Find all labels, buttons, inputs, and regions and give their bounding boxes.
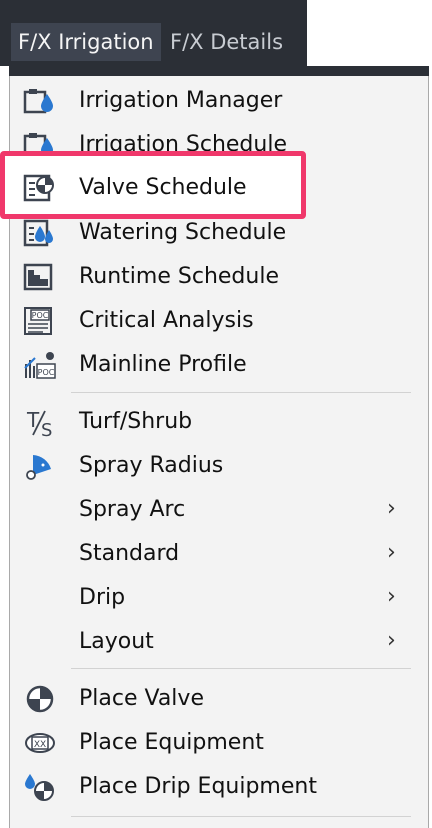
mainline-profile-icon: POC xyxy=(23,350,57,380)
xx-text: XX xyxy=(34,740,46,750)
menu-item-critical-analysis[interactable]: POC Critical Analysis xyxy=(9,299,429,343)
chevron-right-icon: › xyxy=(387,628,396,653)
menu-item-label: Runtime Schedule xyxy=(79,264,279,289)
place-equipment-icon: XX xyxy=(23,728,57,758)
place-valve-icon xyxy=(23,684,57,714)
menu-bar: F/X Irrigation F/X Details xyxy=(0,0,307,66)
chevron-right-icon: › xyxy=(387,540,396,565)
menu-item-label: Spray Arc xyxy=(79,497,186,522)
menu-item-label: Mainline Profile xyxy=(79,352,247,377)
menu-item-label: Place Valve xyxy=(79,686,204,711)
menu-item-label: Turf/Shrub xyxy=(79,409,193,434)
irrigation-manager-icon xyxy=(23,86,57,116)
poc-text: POC xyxy=(38,368,55,377)
valve-schedule-highlight-box xyxy=(0,151,306,219)
menu-top-edge xyxy=(9,66,429,76)
watering-schedule-icon xyxy=(23,218,57,248)
menu-item-runtime-schedule[interactable]: Runtime Schedule xyxy=(9,255,429,299)
menu-separator xyxy=(71,392,411,393)
menu-item-label: Irrigation Manager xyxy=(79,88,283,113)
menu-item-label: Place Drip Equipment xyxy=(79,774,317,799)
menu-separator xyxy=(71,816,411,817)
chevron-right-icon: › xyxy=(387,496,396,521)
menu-item-label: Spray Radius xyxy=(79,453,224,478)
menu-separator xyxy=(71,668,411,669)
place-drip-equipment-icon xyxy=(23,772,57,802)
menu-item-label: Critical Analysis xyxy=(79,308,254,333)
turf-t-glyph: T xyxy=(26,408,40,432)
menu-item-place-drip-equipment[interactable]: Place Drip Equipment xyxy=(9,765,429,809)
menu-item-label: Standard xyxy=(79,541,180,566)
turf-shrub-icon: T S xyxy=(23,407,57,437)
menu-item-mainline-profile[interactable]: POC Mainline Profile xyxy=(9,343,429,387)
chevron-right-icon: › xyxy=(387,584,396,609)
menu-item-place-valve[interactable]: Place Valve xyxy=(9,677,429,721)
poc-text: POC xyxy=(32,311,49,320)
turf-s-glyph: S xyxy=(41,420,52,437)
critical-analysis-icon: POC xyxy=(23,306,57,336)
menu-item-label: Place Equipment xyxy=(79,730,264,755)
menu-item-place-equipment[interactable]: XX Place Equipment xyxy=(9,721,429,765)
menu-item-spray-radius[interactable]: Spray Radius xyxy=(9,444,429,488)
spray-radius-icon xyxy=(23,451,57,481)
menu-item-spray-arc[interactable]: Spray Arc › xyxy=(9,488,429,532)
menu-item-standard[interactable]: Standard › xyxy=(9,532,429,576)
menu-item-label: Drip xyxy=(79,585,126,610)
menu-item-layout[interactable]: Layout › xyxy=(9,620,429,664)
menu-item-irrigation-manager[interactable]: Irrigation Manager xyxy=(9,79,429,123)
menu-item-label: Layout xyxy=(79,629,154,654)
menu-item-turf-shrub[interactable]: T S Turf/Shrub xyxy=(9,400,429,444)
menu-fx-details[interactable]: F/X Details xyxy=(163,23,290,61)
runtime-schedule-icon xyxy=(23,262,57,292)
menu-item-drip[interactable]: Drip › xyxy=(9,576,429,620)
menu-fx-irrigation[interactable]: F/X Irrigation xyxy=(11,23,161,61)
